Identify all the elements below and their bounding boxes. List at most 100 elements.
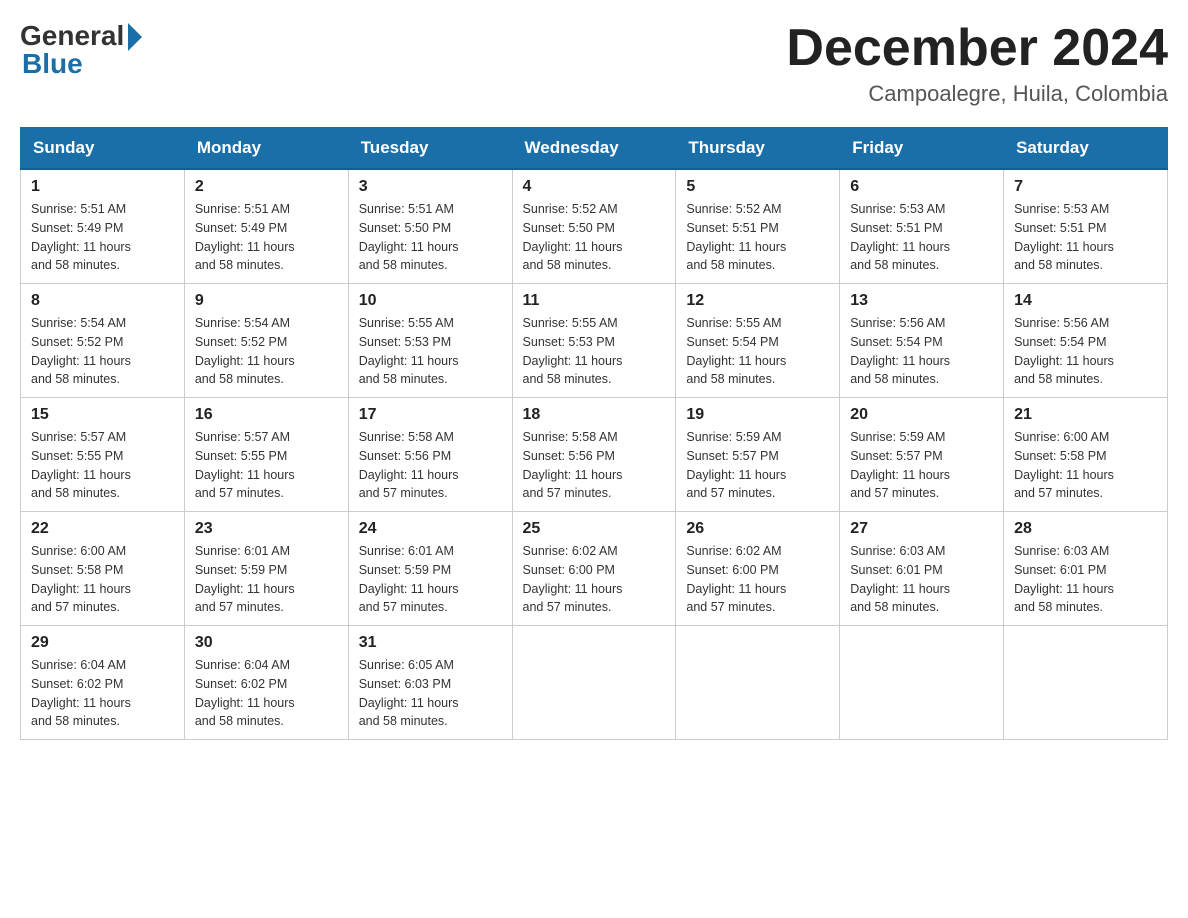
calendar-cell: 27 Sunrise: 6:03 AMSunset: 6:01 PMDaylig… [840, 512, 1004, 626]
calendar-cell: 2 Sunrise: 5:51 AMSunset: 5:49 PMDayligh… [184, 169, 348, 284]
calendar-cell: 8 Sunrise: 5:54 AMSunset: 5:52 PMDayligh… [21, 284, 185, 398]
calendar-cell: 6 Sunrise: 5:53 AMSunset: 5:51 PMDayligh… [840, 169, 1004, 284]
day-number: 21 [1014, 406, 1157, 424]
calendar-week-row: 8 Sunrise: 5:54 AMSunset: 5:52 PMDayligh… [21, 284, 1168, 398]
calendar-cell: 22 Sunrise: 6:00 AMSunset: 5:58 PMDaylig… [21, 512, 185, 626]
day-info: Sunrise: 5:56 AMSunset: 5:54 PMDaylight:… [850, 314, 993, 389]
day-info: Sunrise: 5:58 AMSunset: 5:56 PMDaylight:… [523, 428, 666, 503]
calendar-header-tuesday: Tuesday [348, 128, 512, 170]
day-info: Sunrise: 6:01 AMSunset: 5:59 PMDaylight:… [195, 542, 338, 617]
calendar-cell: 21 Sunrise: 6:00 AMSunset: 5:58 PMDaylig… [1004, 398, 1168, 512]
day-number: 18 [523, 406, 666, 424]
day-number: 8 [31, 292, 174, 310]
logo-blue-text: Blue [22, 48, 83, 80]
calendar-cell: 19 Sunrise: 5:59 AMSunset: 5:57 PMDaylig… [676, 398, 840, 512]
page-header: General Blue December 2024 Campoalegre, … [20, 20, 1168, 107]
day-info: Sunrise: 5:57 AMSunset: 5:55 PMDaylight:… [195, 428, 338, 503]
calendar-cell: 17 Sunrise: 5:58 AMSunset: 5:56 PMDaylig… [348, 398, 512, 512]
calendar-cell: 16 Sunrise: 5:57 AMSunset: 5:55 PMDaylig… [184, 398, 348, 512]
day-info: Sunrise: 5:51 AMSunset: 5:49 PMDaylight:… [195, 200, 338, 275]
day-number: 29 [31, 634, 174, 652]
calendar-header-thursday: Thursday [676, 128, 840, 170]
day-info: Sunrise: 5:56 AMSunset: 5:54 PMDaylight:… [1014, 314, 1157, 389]
day-number: 1 [31, 178, 174, 196]
day-number: 7 [1014, 178, 1157, 196]
calendar-cell: 10 Sunrise: 5:55 AMSunset: 5:53 PMDaylig… [348, 284, 512, 398]
calendar-week-row: 15 Sunrise: 5:57 AMSunset: 5:55 PMDaylig… [21, 398, 1168, 512]
day-number: 15 [31, 406, 174, 424]
calendar-cell: 5 Sunrise: 5:52 AMSunset: 5:51 PMDayligh… [676, 169, 840, 284]
day-number: 13 [850, 292, 993, 310]
day-info: Sunrise: 5:52 AMSunset: 5:51 PMDaylight:… [686, 200, 829, 275]
day-info: Sunrise: 5:55 AMSunset: 5:53 PMDaylight:… [359, 314, 502, 389]
day-info: Sunrise: 5:51 AMSunset: 5:49 PMDaylight:… [31, 200, 174, 275]
calendar-cell [1004, 626, 1168, 740]
calendar-cell: 15 Sunrise: 5:57 AMSunset: 5:55 PMDaylig… [21, 398, 185, 512]
day-number: 3 [359, 178, 502, 196]
day-info: Sunrise: 6:03 AMSunset: 6:01 PMDaylight:… [1014, 542, 1157, 617]
day-info: Sunrise: 6:03 AMSunset: 6:01 PMDaylight:… [850, 542, 993, 617]
calendar-cell: 20 Sunrise: 5:59 AMSunset: 5:57 PMDaylig… [840, 398, 1004, 512]
calendar-cell: 24 Sunrise: 6:01 AMSunset: 5:59 PMDaylig… [348, 512, 512, 626]
day-number: 5 [686, 178, 829, 196]
day-info: Sunrise: 6:00 AMSunset: 5:58 PMDaylight:… [31, 542, 174, 617]
day-info: Sunrise: 6:00 AMSunset: 5:58 PMDaylight:… [1014, 428, 1157, 503]
calendar-cell: 30 Sunrise: 6:04 AMSunset: 6:02 PMDaylig… [184, 626, 348, 740]
day-number: 26 [686, 520, 829, 538]
day-info: Sunrise: 5:53 AMSunset: 5:51 PMDaylight:… [850, 200, 993, 275]
day-number: 9 [195, 292, 338, 310]
calendar-header-wednesday: Wednesday [512, 128, 676, 170]
calendar-cell: 1 Sunrise: 5:51 AMSunset: 5:49 PMDayligh… [21, 169, 185, 284]
day-info: Sunrise: 5:51 AMSunset: 5:50 PMDaylight:… [359, 200, 502, 275]
day-info: Sunrise: 6:05 AMSunset: 6:03 PMDaylight:… [359, 656, 502, 731]
day-info: Sunrise: 5:55 AMSunset: 5:53 PMDaylight:… [523, 314, 666, 389]
day-number: 16 [195, 406, 338, 424]
calendar-cell [512, 626, 676, 740]
day-info: Sunrise: 5:59 AMSunset: 5:57 PMDaylight:… [850, 428, 993, 503]
calendar-cell: 18 Sunrise: 5:58 AMSunset: 5:56 PMDaylig… [512, 398, 676, 512]
day-info: Sunrise: 6:02 AMSunset: 6:00 PMDaylight:… [523, 542, 666, 617]
calendar-cell: 26 Sunrise: 6:02 AMSunset: 6:00 PMDaylig… [676, 512, 840, 626]
calendar-cell: 9 Sunrise: 5:54 AMSunset: 5:52 PMDayligh… [184, 284, 348, 398]
calendar-week-row: 22 Sunrise: 6:00 AMSunset: 5:58 PMDaylig… [21, 512, 1168, 626]
day-info: Sunrise: 6:02 AMSunset: 6:00 PMDaylight:… [686, 542, 829, 617]
calendar-cell: 11 Sunrise: 5:55 AMSunset: 5:53 PMDaylig… [512, 284, 676, 398]
day-number: 27 [850, 520, 993, 538]
day-info: Sunrise: 5:53 AMSunset: 5:51 PMDaylight:… [1014, 200, 1157, 275]
day-number: 10 [359, 292, 502, 310]
day-number: 4 [523, 178, 666, 196]
calendar-week-row: 1 Sunrise: 5:51 AMSunset: 5:49 PMDayligh… [21, 169, 1168, 284]
day-number: 25 [523, 520, 666, 538]
calendar-header-friday: Friday [840, 128, 1004, 170]
calendar-cell: 25 Sunrise: 6:02 AMSunset: 6:00 PMDaylig… [512, 512, 676, 626]
day-number: 31 [359, 634, 502, 652]
calendar-header-row: SundayMondayTuesdayWednesdayThursdayFrid… [21, 128, 1168, 170]
calendar-header-saturday: Saturday [1004, 128, 1168, 170]
day-info: Sunrise: 5:59 AMSunset: 5:57 PMDaylight:… [686, 428, 829, 503]
day-number: 2 [195, 178, 338, 196]
calendar-header-monday: Monday [184, 128, 348, 170]
day-number: 28 [1014, 520, 1157, 538]
location-text: Campoalegre, Huila, Colombia [786, 81, 1168, 107]
calendar-cell [676, 626, 840, 740]
day-info: Sunrise: 5:54 AMSunset: 5:52 PMDaylight:… [195, 314, 338, 389]
day-number: 23 [195, 520, 338, 538]
calendar-cell: 13 Sunrise: 5:56 AMSunset: 5:54 PMDaylig… [840, 284, 1004, 398]
day-info: Sunrise: 5:57 AMSunset: 5:55 PMDaylight:… [31, 428, 174, 503]
day-info: Sunrise: 5:54 AMSunset: 5:52 PMDaylight:… [31, 314, 174, 389]
day-number: 20 [850, 406, 993, 424]
day-number: 17 [359, 406, 502, 424]
day-number: 14 [1014, 292, 1157, 310]
calendar-week-row: 29 Sunrise: 6:04 AMSunset: 6:02 PMDaylig… [21, 626, 1168, 740]
day-number: 24 [359, 520, 502, 538]
calendar-cell: 14 Sunrise: 5:56 AMSunset: 5:54 PMDaylig… [1004, 284, 1168, 398]
calendar-cell: 23 Sunrise: 6:01 AMSunset: 5:59 PMDaylig… [184, 512, 348, 626]
day-info: Sunrise: 5:52 AMSunset: 5:50 PMDaylight:… [523, 200, 666, 275]
logo: General Blue [20, 20, 142, 80]
month-year-title: December 2024 [786, 20, 1168, 77]
logo-arrow-icon [128, 23, 142, 51]
calendar-header-sunday: Sunday [21, 128, 185, 170]
day-number: 19 [686, 406, 829, 424]
calendar-cell: 4 Sunrise: 5:52 AMSunset: 5:50 PMDayligh… [512, 169, 676, 284]
title-section: December 2024 Campoalegre, Huila, Colomb… [786, 20, 1168, 107]
